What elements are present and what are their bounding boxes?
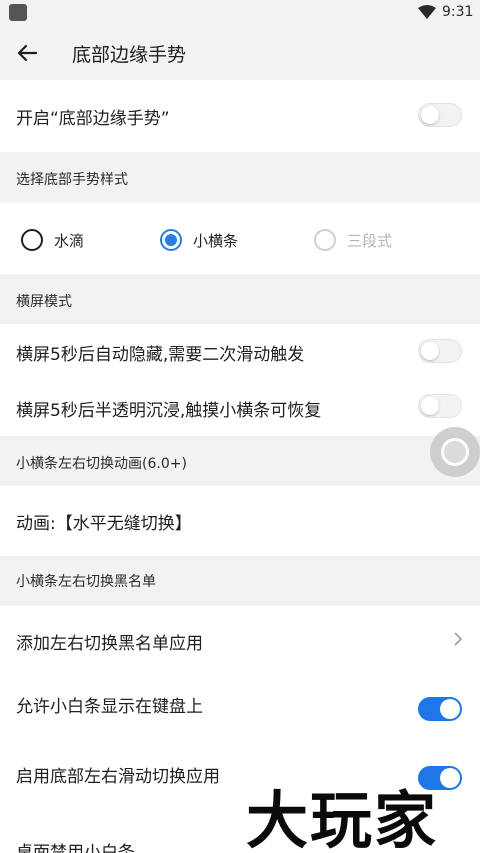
radio-waterdrop-label[interactable]: 水滴 [54,230,84,251]
landscape-autohide-row[interactable]: 横屏5秒后自动隐藏,需要二次滑动触发 [0,324,480,380]
notification-icon [9,4,27,21]
animation-label: 动画:【水平无缝切换】 [16,514,192,534]
radio-bar-label[interactable]: 小横条 [193,230,238,251]
toggle-knob [440,699,460,719]
section-landscape-title: 横屏模式 [16,294,72,310]
section-gesture-style: 选择底部手势样式 [0,152,480,202]
floating-ball-button[interactable] [430,427,480,477]
swipe-switch-label: 启用底部左右滑动切换应用 [16,767,220,787]
blacklist-label: 添加左右切换黑名单应用 [16,634,203,654]
radio-bar[interactable] [160,229,182,251]
radio-dot [165,234,177,246]
keyboard-label: 允许小白条显示在键盘上 [16,697,203,717]
keyboard-toggle[interactable] [418,697,462,721]
wifi-icon [418,5,436,19]
radio-three-segment-label: 三段式 [347,232,393,250]
watermark-logo: 大玩家 [246,784,439,853]
floating-ball-icon [441,438,469,466]
toggle-knob [421,342,439,360]
blacklist-row[interactable]: 添加左右切换黑名单应用 [0,606,480,672]
toggle-knob [421,106,439,124]
enable-gesture-label: 开启“底部边缘手势” [16,109,170,129]
landscape-translucent-row[interactable]: 横屏5秒后半透明沉浸,触摸小横条可恢复 [0,380,480,436]
animation-row[interactable]: 动画:【水平无缝切换】 [0,486,480,556]
section-animation-title: 小横条左右切换动画(6.0+) [16,456,187,472]
section-landscape: 横屏模式 [0,274,480,324]
landscape-autohide-toggle[interactable] [418,339,462,363]
app-bar: 底部边缘手势 [0,26,480,80]
section-gesture-style-title: 选择底部手势样式 [16,172,128,188]
section-blacklist-title: 小横条左右切换黑名单 [16,574,156,590]
toggle-knob [440,768,460,788]
back-arrow-icon[interactable] [14,40,40,66]
enable-gesture-toggle[interactable] [418,103,462,127]
radio-waterdrop[interactable] [21,229,43,251]
desktop-disable-label: 桌面禁用小白条 [16,843,135,853]
radio-three-segment [314,229,336,251]
toggle-knob [421,397,439,415]
section-blacklist: 小横条左右切换黑名单 [0,556,480,606]
enable-gesture-row[interactable]: 开启“底部边缘手势” [0,80,480,152]
landscape-translucent-label: 横屏5秒后半透明沉浸,触摸小横条可恢复 [16,401,322,421]
keyboard-row[interactable]: 允许小白条显示在键盘上 [0,672,480,742]
page-title: 底部边缘手势 [72,44,187,66]
status-time: 9:31 [442,4,474,20]
section-animation: 小横条左右切换动画(6.0+) [0,436,480,486]
chevron-right-icon [454,632,463,646]
landscape-autohide-label: 横屏5秒后自动隐藏,需要二次滑动触发 [16,345,305,365]
status-bar: 9:31 [0,0,480,26]
landscape-translucent-toggle[interactable] [418,394,462,418]
